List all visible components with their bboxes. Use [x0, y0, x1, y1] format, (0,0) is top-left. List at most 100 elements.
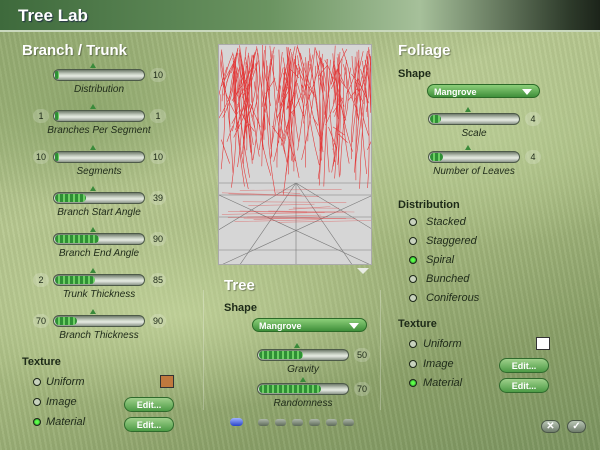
ok-button[interactable]: ✓: [567, 420, 586, 433]
page-indicator[interactable]: [275, 419, 286, 426]
foliage-texture-heading: Texture: [398, 318, 437, 330]
branch-trunk-heading: Branch / Trunk: [22, 42, 128, 59]
branch-stroke: [370, 56, 371, 108]
slider-track[interactable]: [428, 113, 520, 125]
slider-max-value: 4: [525, 112, 541, 126]
foliage-material-edit-button[interactable]: Edit...: [499, 378, 549, 393]
slider-marker: [294, 343, 300, 348]
tree-preview-canvas: [219, 45, 371, 264]
distribution-radio-spiral[interactable]: [409, 256, 417, 264]
tree-shape-dropdown[interactable]: Mangrove: [252, 318, 367, 332]
branch-texture-material-label: Material: [46, 416, 86, 428]
root-stroke: [277, 220, 371, 223]
slider-max-value: 39: [150, 191, 166, 205]
foliage-texture-material-label: Material: [423, 377, 463, 389]
twig-stroke: [297, 47, 303, 60]
branch-color-swatch[interactable]: [160, 375, 174, 388]
branch-texture-heading: Texture: [22, 356, 61, 368]
slider-track[interactable]: [53, 69, 145, 81]
twig-stroke: [221, 139, 230, 164]
slider-marker: [465, 145, 471, 150]
branch-stroke: [294, 45, 304, 117]
page-indicator[interactable]: [292, 419, 303, 426]
page-indicator-active[interactable]: [230, 418, 243, 426]
foliage-shape-label: Shape: [398, 68, 432, 80]
foliage-heading: Foliage: [398, 42, 451, 59]
slider-max-value: 4: [525, 150, 541, 164]
slider-label: Scale: [461, 128, 487, 139]
slider-fill: [55, 112, 59, 120]
slider-track[interactable]: [53, 151, 145, 163]
slider-marker: [90, 104, 96, 109]
slider-fill: [55, 71, 59, 79]
foliage-texture-radio-image[interactable]: [409, 360, 417, 368]
slider-label: Branch Start Angle: [57, 207, 141, 218]
page-indicator[interactable]: [258, 419, 269, 426]
slider-label: Branch End Angle: [58, 248, 140, 259]
slider-marker: [90, 63, 96, 68]
slider-track[interactable]: [257, 349, 349, 361]
slider-track[interactable]: [53, 233, 145, 245]
grid-line: [219, 194, 370, 264]
branch-texture-radio-image[interactable]: [33, 398, 41, 406]
tree-heading: Tree: [224, 277, 255, 294]
slider-marker: [300, 377, 306, 382]
slider-label: Number of Leaves: [433, 166, 515, 177]
branch-stroke: [323, 59, 331, 187]
slider-fill: [430, 115, 441, 123]
branch-texture-radio-uniform[interactable]: [33, 378, 41, 386]
distribution-radio-staggered[interactable]: [409, 237, 417, 245]
branch-stroke: [358, 49, 367, 175]
preview-expand-icon[interactable]: [357, 268, 369, 274]
page-indicator[interactable]: [309, 419, 320, 426]
slider-min-value: 2: [33, 273, 49, 287]
slider-fill: [55, 153, 59, 161]
chevron-down-icon: [522, 89, 532, 95]
foliage-shape-value: Mangrove: [434, 87, 477, 97]
chevron-down-icon: [349, 323, 359, 329]
slider-marker: [90, 309, 96, 314]
branch-texture-radio-material[interactable]: [33, 418, 41, 426]
slider-track[interactable]: [257, 383, 349, 395]
slider-fill: [430, 153, 443, 161]
foliage-texture-radio-material[interactable]: [409, 379, 417, 387]
slider-track[interactable]: [53, 192, 145, 204]
cancel-button[interactable]: ✕: [541, 420, 560, 433]
window-title: Tree Lab: [18, 6, 88, 25]
slider-max-value: 50: [354, 348, 370, 362]
slider-track[interactable]: [53, 315, 145, 327]
slider-max-value: 90: [150, 314, 166, 328]
slider-track[interactable]: [428, 151, 520, 163]
distribution-radio-bunched[interactable]: [409, 275, 417, 283]
tree-shape-label: Shape: [224, 302, 258, 314]
slider-max-value: 10: [150, 150, 166, 164]
twig-stroke: [254, 81, 256, 91]
distribution-label: Bunched: [426, 273, 470, 285]
distribution-radio-stacked[interactable]: [409, 218, 417, 226]
foliage-color-swatch[interactable]: [536, 337, 550, 350]
slider-track[interactable]: [53, 274, 145, 286]
branch-texture-uniform-label: Uniform: [46, 376, 85, 388]
branch-stroke: [220, 51, 226, 170]
tree-shape-value: Mangrove: [259, 321, 302, 331]
page-indicator[interactable]: [326, 419, 337, 426]
distribution-label: Spiral: [426, 254, 455, 266]
branch-stroke: [307, 60, 322, 140]
branch-material-edit-button[interactable]: Edit...: [124, 417, 174, 432]
foliage-shape-dropdown[interactable]: Mangrove: [427, 84, 540, 98]
page-indicator[interactable]: [343, 419, 354, 426]
foliage-texture-radio-uniform[interactable]: [409, 340, 417, 348]
slider-track[interactable]: [53, 110, 145, 122]
slider-label: Distribution: [73, 84, 125, 95]
tree-preview-viewport[interactable]: [218, 44, 372, 265]
slider-max-value: 10: [150, 68, 166, 82]
tree-lab-window: Tree Lab Branch / Trunk 10 Distribution 1 1…: [0, 0, 600, 450]
branch-image-edit-button[interactable]: Edit...: [124, 397, 174, 412]
slider-fill: [55, 276, 95, 284]
distribution-radio-coniferous[interactable]: [409, 294, 417, 302]
slider-label: Randomness: [273, 398, 333, 409]
slider-fill: [55, 194, 86, 202]
distribution-label: Stacked: [426, 216, 466, 228]
foliage-image-edit-button[interactable]: Edit...: [499, 358, 549, 373]
root-stroke: [234, 219, 320, 222]
